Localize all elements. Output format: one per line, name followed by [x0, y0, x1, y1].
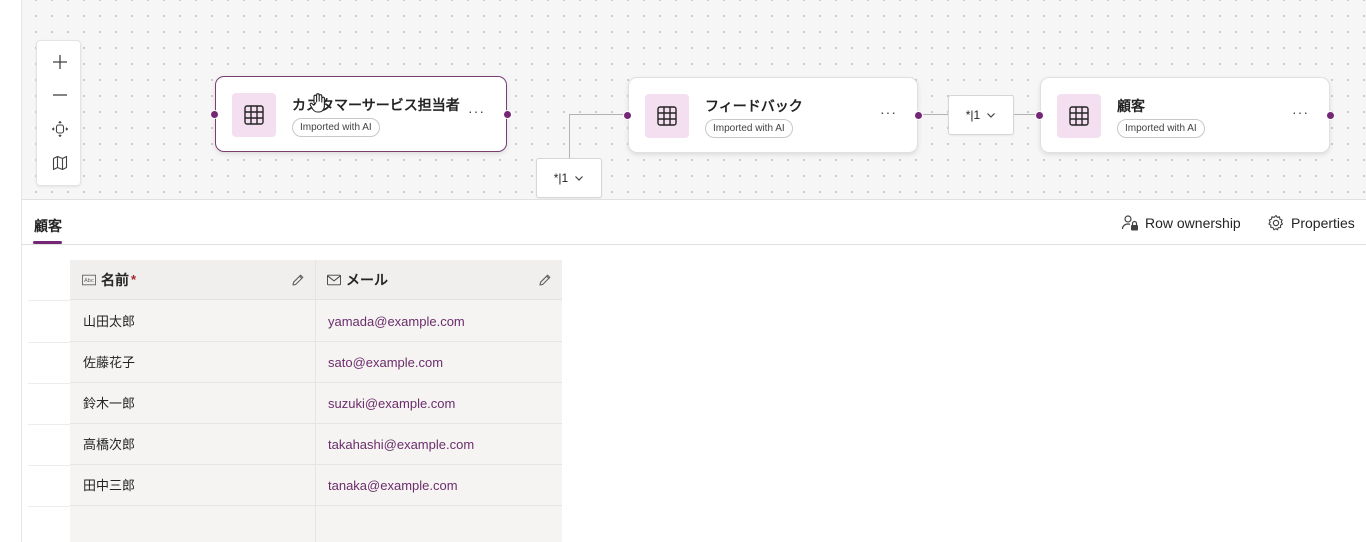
cell-email: takahashi@example.com [328, 437, 475, 452]
tab-underline [33, 241, 62, 244]
node-more-button[interactable]: ··· [468, 103, 485, 119]
row-ownership-button[interactable]: Row ownership [1121, 214, 1241, 232]
relationship-chip[interactable]: *|1 [948, 95, 1014, 135]
plus-icon [52, 55, 67, 69]
node-title: フィードバック [705, 98, 803, 114]
edit-icon[interactable] [538, 273, 552, 287]
left-gutter [0, 0, 22, 542]
table-node-feedback[interactable]: フィードバック Imported with AI ··· [623, 77, 923, 153]
text-abc-icon: Abc [82, 274, 96, 285]
connection-port[interactable] [210, 110, 219, 119]
table-icon [645, 94, 689, 138]
table-node-customer-service-rep[interactable]: カスタマーサービス担当者 Imported with AI ··· [210, 76, 512, 152]
gutter-divider [28, 300, 70, 301]
cell-name: 山田太郎 [83, 314, 136, 329]
cell-name: 佐藤花子 [83, 355, 136, 370]
cell-email: suzuki@example.com [328, 396, 456, 411]
required-marker: * [131, 272, 137, 287]
connection-port[interactable] [1326, 111, 1335, 120]
cell-email: tanaka@example.com [328, 478, 458, 493]
imported-with-ai-badge: Imported with AI [705, 119, 793, 138]
connection-port[interactable] [503, 110, 512, 119]
cell-email: yamada@example.com [328, 314, 465, 329]
gutter-divider [28, 465, 70, 466]
node-more-button[interactable]: ··· [880, 104, 897, 120]
properties-label: Properties [1291, 215, 1355, 231]
cell-name: 高橋次郎 [83, 437, 136, 452]
connection-port[interactable] [914, 111, 923, 120]
column-header-label: メール [346, 271, 388, 288]
fit-view-button[interactable] [37, 113, 82, 145]
zoom-toolbar [36, 40, 81, 186]
imported-with-ai-badge: Imported with AI [292, 118, 380, 137]
chevron-down-icon [987, 113, 996, 118]
column-header-email[interactable]: メール [315, 260, 562, 300]
app-root: カスタマーサービス担当者 Imported with AI ··· フィードバッ… [0, 0, 1366, 542]
table-row[interactable]: 田中三郎 tanaka@example.com [70, 465, 562, 506]
tab-customer[interactable]: 顧客 [34, 216, 62, 236]
cell-name: 鈴木一郎 [83, 396, 136, 411]
connector-line [570, 114, 628, 115]
row-selector-gutter [22, 246, 70, 542]
connector-line [569, 114, 570, 158]
new-row[interactable] [70, 506, 562, 542]
zoom-in-button[interactable] [37, 46, 82, 78]
fit-view-icon [51, 121, 68, 137]
column-header-label: 名前 [101, 271, 129, 288]
person-lock-icon [1121, 215, 1138, 231]
data-grid: Abc 名前 * メール 山田太郎 yamada@example.com 佐藤花… [22, 246, 562, 542]
gear-icon [1268, 214, 1284, 231]
table-row[interactable]: 鈴木一郎 suzuki@example.com [70, 383, 562, 424]
node-title: 顧客 [1117, 98, 1145, 114]
gutter-divider [28, 424, 70, 425]
column-header-name[interactable]: Abc 名前 * [70, 260, 315, 300]
zoom-out-button[interactable] [37, 79, 82, 111]
chevron-down-icon [575, 176, 584, 181]
imported-with-ai-badge: Imported with AI [1117, 119, 1205, 138]
connection-port[interactable] [1035, 111, 1044, 120]
table-row[interactable]: 高橋次郎 takahashi@example.com [70, 424, 562, 465]
properties-button[interactable]: Properties [1267, 214, 1355, 232]
gutter-divider [28, 383, 70, 384]
table-row[interactable]: 山田太郎 yamada@example.com [70, 301, 562, 342]
relationship-label: *|1 [553, 171, 569, 185]
gutter-divider [28, 506, 70, 507]
minus-icon [52, 94, 67, 96]
mail-icon [327, 274, 341, 285]
diagram-canvas[interactable]: カスタマーサービス担当者 Imported with AI ··· フィードバッ… [22, 0, 1366, 200]
node-more-button[interactable]: ··· [1292, 104, 1309, 120]
row-ownership-label: Row ownership [1145, 215, 1241, 231]
relationship-chip[interactable]: *|1 [536, 158, 602, 198]
relationship-label: *|1 [965, 108, 981, 122]
table-icon [232, 93, 276, 137]
minimap-button[interactable] [37, 147, 82, 179]
table-row[interactable]: 佐藤花子 sato@example.com [70, 342, 562, 383]
detail-header: 顧客 Row ownership Properties [22, 201, 1366, 245]
gutter-divider [28, 342, 70, 343]
table-icon [1057, 94, 1101, 138]
edit-icon[interactable] [291, 273, 305, 287]
cell-email: sato@example.com [328, 355, 444, 370]
svg-text:Abc: Abc [84, 278, 94, 284]
map-icon [52, 155, 67, 171]
table-node-customer[interactable]: 顧客 Imported with AI ··· [1035, 77, 1335, 153]
connection-port[interactable] [623, 111, 632, 120]
connector-line [920, 114, 948, 115]
grid-table: Abc 名前 * メール 山田太郎 yamada@example.com 佐藤花… [70, 260, 562, 542]
cell-name: 田中三郎 [83, 478, 136, 493]
hand-cursor-icon [309, 93, 325, 113]
